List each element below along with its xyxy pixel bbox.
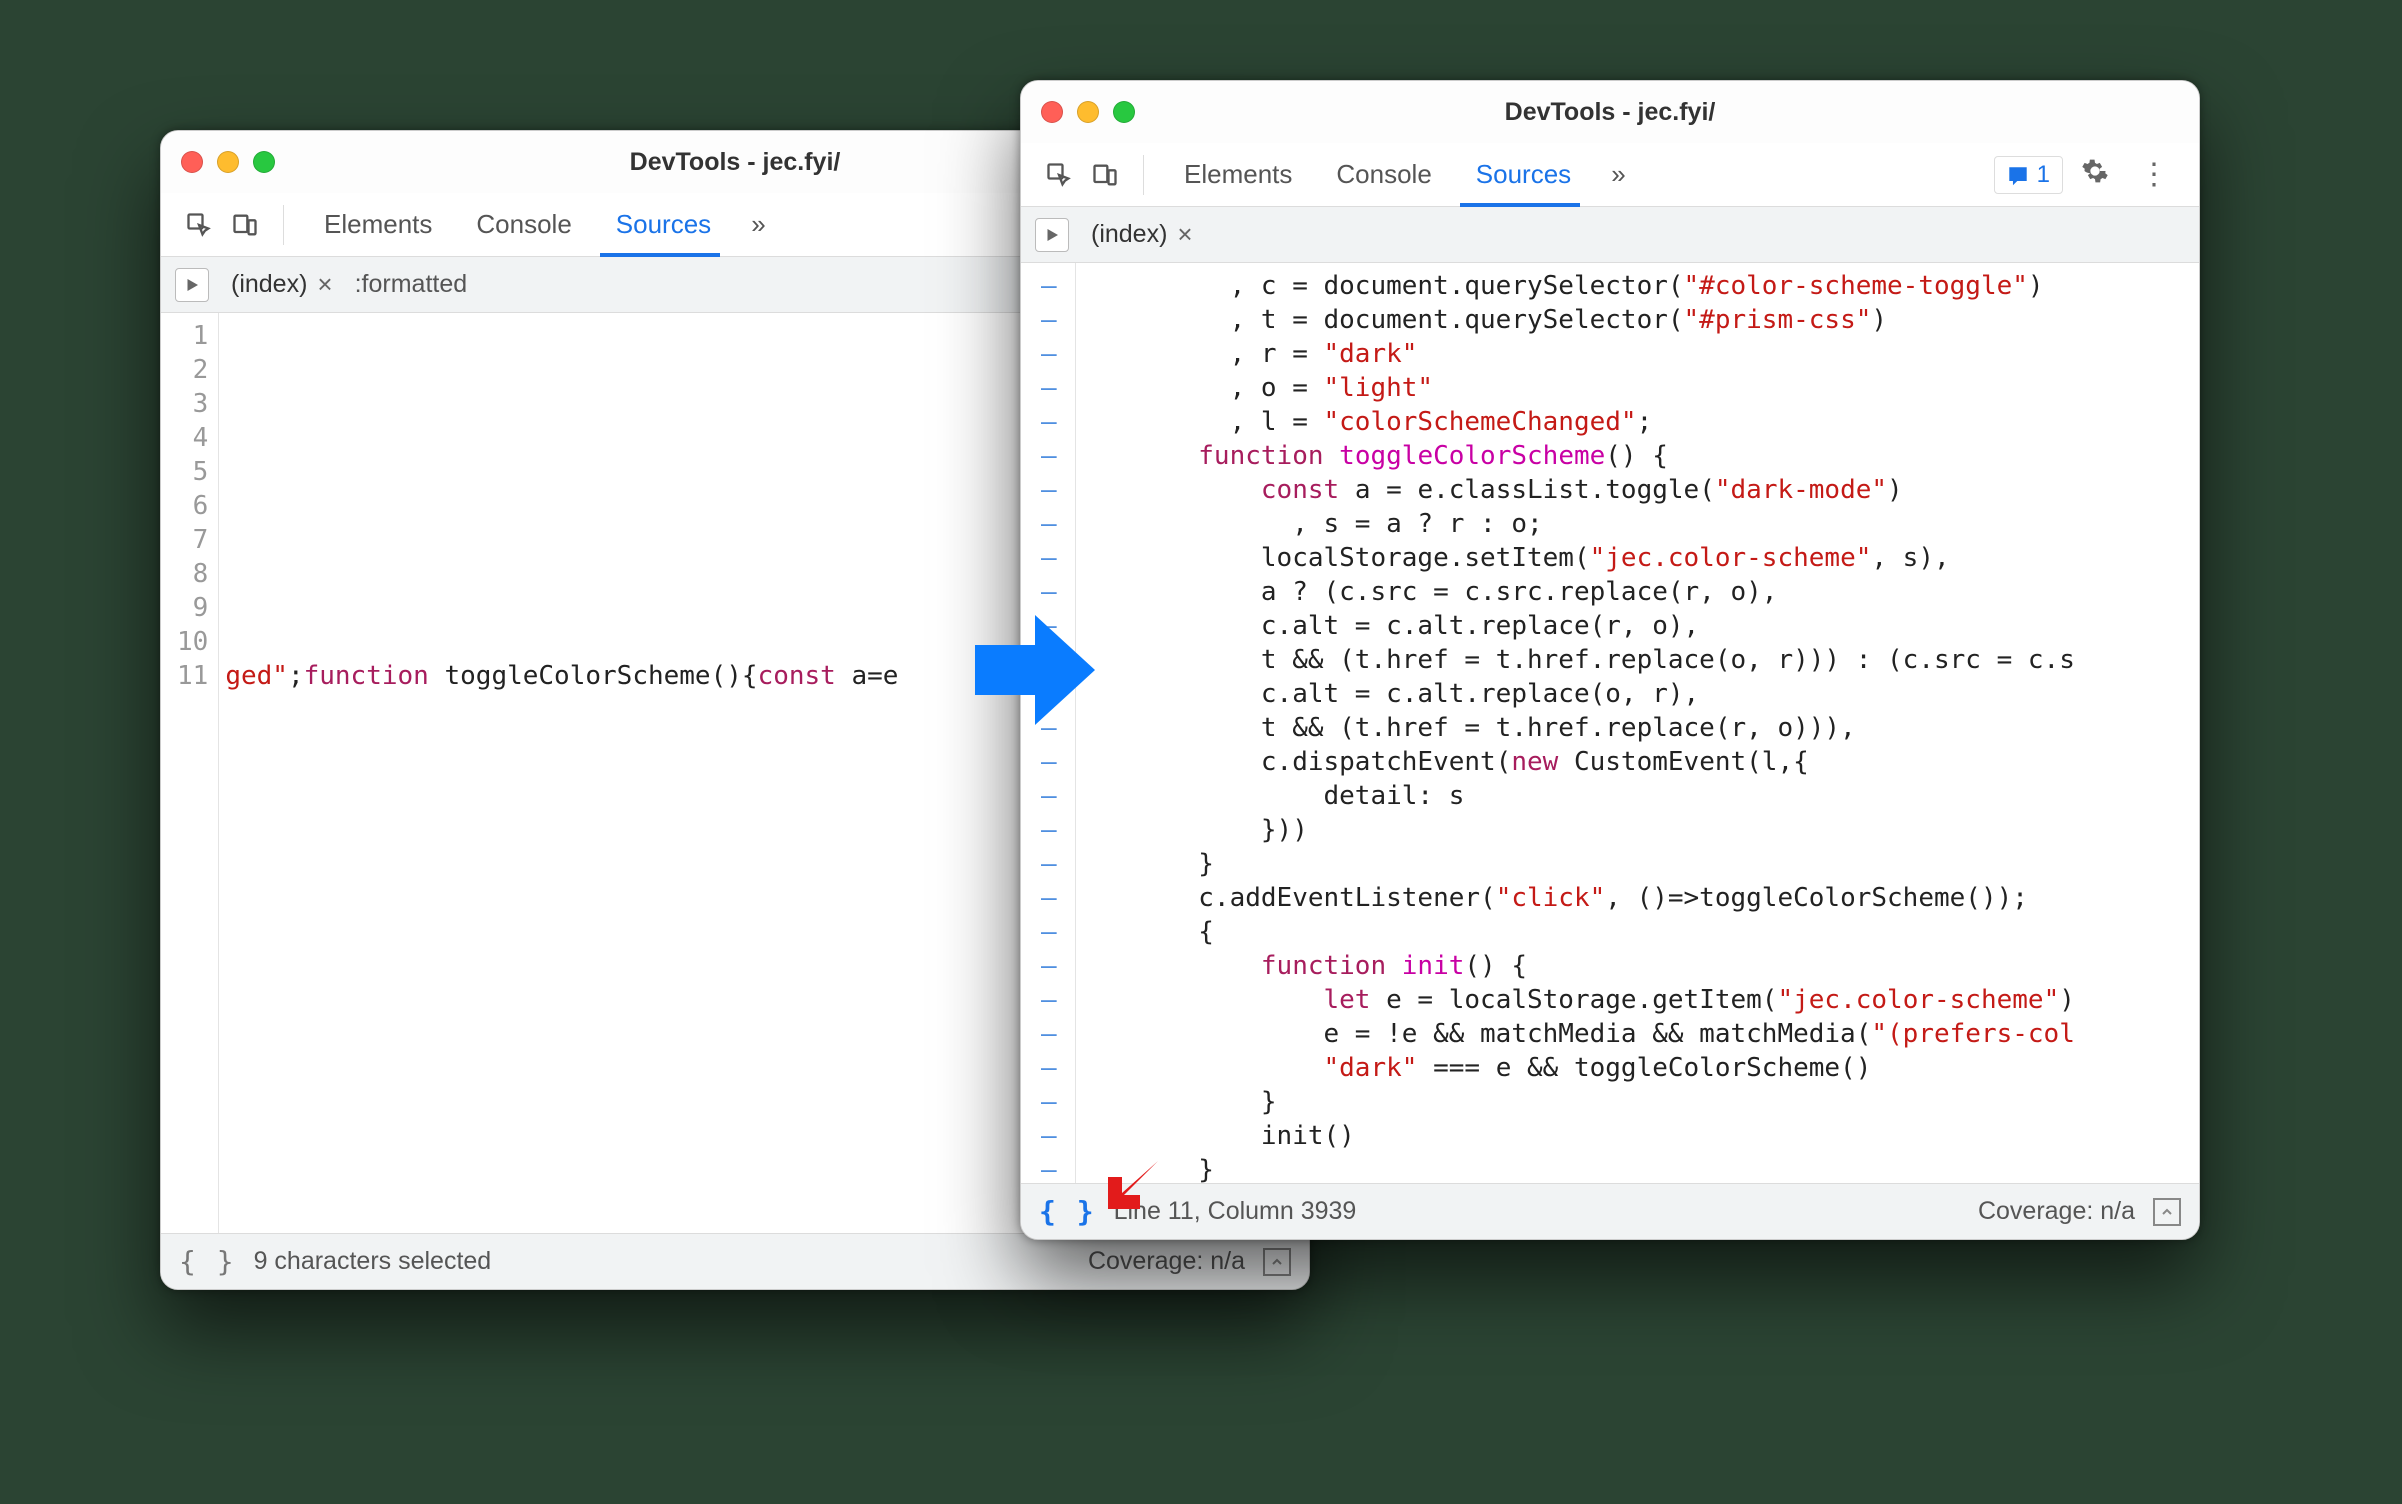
annotation-arrow-red (1100, 1155, 1170, 1230)
minimize-icon[interactable] (1077, 101, 1099, 123)
close-icon[interactable]: × (317, 269, 332, 300)
tab-console[interactable]: Console (1314, 143, 1453, 207)
tab-elements[interactable]: Elements (1162, 143, 1314, 207)
show-navigator-button[interactable] (175, 268, 209, 302)
inspect-element-icon[interactable] (1039, 155, 1079, 195)
minimize-icon[interactable] (217, 151, 239, 173)
window-title: DevTools - jec.fyi/ (1021, 98, 2199, 127)
annotation-arrow-blue (970, 610, 1100, 735)
tab-elements[interactable]: Elements (302, 193, 454, 257)
code-editor[interactable]: –––––––––––––––––––––––––––– , c = docum… (1021, 263, 2199, 1183)
expand-panel-button[interactable] (1263, 1248, 1291, 1276)
traffic-lights (1041, 101, 1135, 123)
editor-statusbar: { } 9 characters selected Coverage: n/a (161, 1233, 1309, 1289)
code-area[interactable]: , c = document.querySelector("#color-sch… (1076, 263, 2199, 1183)
tab-console[interactable]: Console (454, 193, 593, 257)
tab-sources[interactable]: Sources (594, 193, 733, 257)
pretty-print-button[interactable]: { } (179, 1245, 236, 1278)
show-navigator-button[interactable] (1035, 218, 1069, 252)
toolbar-separator (1143, 155, 1144, 195)
more-options-button[interactable]: ⋮ (2127, 157, 2181, 192)
toolbar-separator (283, 205, 284, 245)
tab-sources[interactable]: Sources (1454, 143, 1593, 207)
file-tab-label: (index) (1091, 220, 1167, 249)
device-toolbar-icon[interactable] (225, 205, 265, 245)
coverage-status: Coverage: n/a (1978, 1197, 2135, 1226)
file-tab-index[interactable]: (index) × (221, 265, 343, 304)
line-gutter: 1234567891011 (161, 313, 219, 1233)
file-tab-formatted[interactable]: :formatted (355, 270, 468, 299)
device-toolbar-icon[interactable] (1085, 155, 1125, 195)
selection-status: 9 characters selected (254, 1247, 492, 1276)
sources-tabbar: (index) × (1021, 207, 2199, 263)
zoom-icon[interactable] (253, 151, 275, 173)
issues-count: 1 (2037, 161, 2050, 189)
more-tabs-button[interactable]: » (1599, 143, 1637, 207)
file-tab-label: (index) (231, 270, 307, 299)
close-icon[interactable]: × (1177, 219, 1192, 250)
expand-panel-button[interactable] (2153, 1198, 2181, 1226)
panel-tabs: Elements Console Sources (1162, 143, 1593, 207)
file-tab-index[interactable]: (index) × (1081, 215, 1203, 254)
zoom-icon[interactable] (1113, 101, 1135, 123)
more-tabs-button[interactable]: » (739, 193, 777, 257)
panel-tabs: Elements Console Sources (302, 193, 733, 257)
inspect-element-icon[interactable] (179, 205, 219, 245)
titlebar: DevTools - jec.fyi/ (1021, 81, 2199, 143)
coverage-status: Coverage: n/a (1088, 1247, 1245, 1276)
devtools-window-right: DevTools - jec.fyi/ Elements Console Sou… (1020, 80, 2200, 1240)
settings-button[interactable] (2069, 157, 2121, 193)
issues-button[interactable]: 1 (1994, 156, 2063, 194)
editor-statusbar: { } Line 11, Column 3939 Coverage: n/a (1021, 1183, 2199, 1239)
traffic-lights (181, 151, 275, 173)
close-icon[interactable] (1041, 101, 1063, 123)
pretty-print-button[interactable]: { } (1039, 1195, 1096, 1228)
devtools-main-toolbar: Elements Console Sources » 1 ⋮ (1021, 143, 2199, 207)
close-icon[interactable] (181, 151, 203, 173)
